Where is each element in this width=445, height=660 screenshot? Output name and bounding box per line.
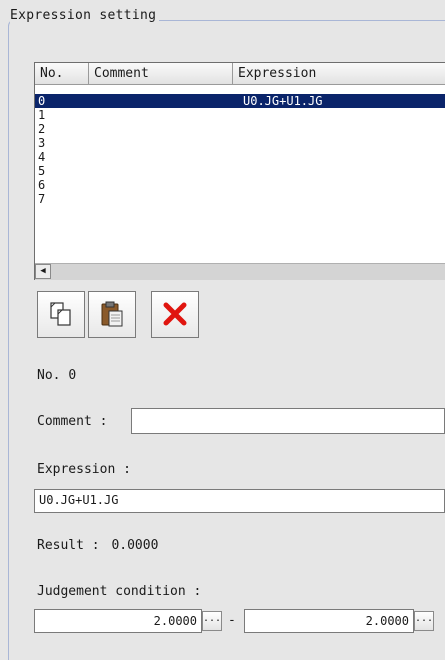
column-header-no[interactable]: No. <box>35 63 89 85</box>
list-row-4[interactable]: 4 <box>35 150 445 164</box>
list-row-2[interactable]: 2 <box>35 122 445 136</box>
row-expression: U0.JG+U1.JG <box>243 94 323 108</box>
comment-label: Comment : <box>37 414 108 429</box>
row-no: 1 <box>38 108 46 122</box>
no-value: 0 <box>68 368 77 383</box>
horizontal-scrollbar[interactable]: ◀ <box>35 263 445 280</box>
expression-field[interactable]: U0.JG+U1.JG <box>34 489 445 513</box>
row-no: 4 <box>38 150 46 164</box>
result-label: Result : <box>37 538 100 553</box>
no-label: No. <box>37 368 61 383</box>
delete-icon <box>163 302 187 326</box>
list-row-0[interactable]: 0 U0.JG+U1.JG <box>35 94 445 108</box>
scroll-left-button[interactable]: ◀ <box>35 264 51 279</box>
list-row-1[interactable]: 1 <box>35 108 445 122</box>
judgement-lower-browse-button[interactable]: ... <box>202 611 222 631</box>
row-no: 6 <box>38 178 46 192</box>
comment-field[interactable] <box>131 408 445 434</box>
result-value: 0.0000 <box>111 538 159 553</box>
no-display: No. 0 <box>37 368 76 383</box>
judgement-lower-field[interactable]: 2.0000 <box>34 609 202 633</box>
result-display: Result : 0.0000 <box>37 538 158 553</box>
row-no: 3 <box>38 136 46 150</box>
copy-button[interactable] <box>37 291 85 338</box>
row-no: 7 <box>38 192 46 206</box>
row-no: 2 <box>38 122 46 136</box>
row-no: 5 <box>38 164 46 178</box>
delete-button[interactable] <box>151 291 199 338</box>
copy-icon <box>50 302 71 326</box>
expression-label: Expression : <box>37 462 131 477</box>
column-header-comment[interactable]: Comment <box>89 63 233 85</box>
judgement-label: Judgement condition : <box>37 584 202 599</box>
list-row-3[interactable]: 3 <box>35 136 445 150</box>
paste-icon <box>101 301 123 327</box>
list-row-7[interactable]: 7 <box>35 192 445 206</box>
judgement-upper-browse-button[interactable]: ... <box>414 611 434 631</box>
expression-list[interactable]: No. Comment Expression 0 U0.JG+U1.JG 1 2… <box>34 62 445 280</box>
paste-button[interactable] <box>88 291 136 338</box>
row-no: 0 <box>38 94 46 108</box>
judgement-upper-field[interactable]: 2.0000 <box>244 609 414 633</box>
column-header-expression[interactable]: Expression <box>233 63 445 85</box>
group-title: Expression setting <box>10 8 160 23</box>
list-row-5[interactable]: 5 <box>35 164 445 178</box>
list-row-6[interactable]: 6 <box>35 178 445 192</box>
range-separator: - <box>228 613 236 628</box>
